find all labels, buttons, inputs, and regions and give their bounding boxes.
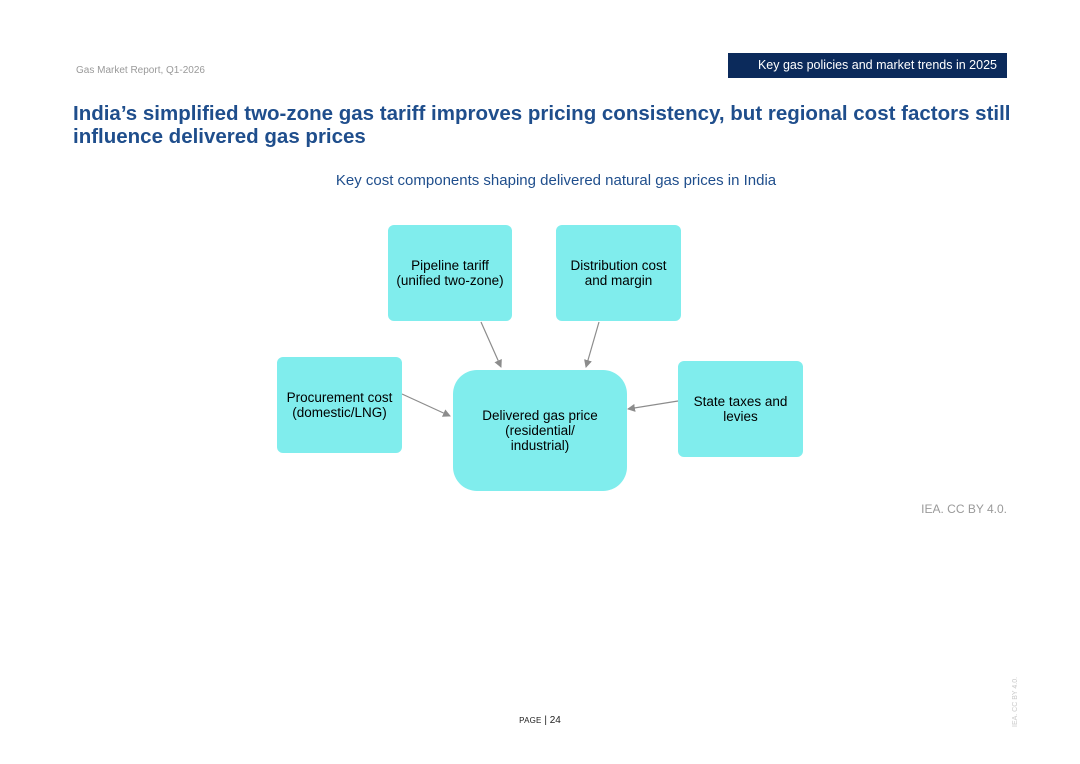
page-number-value: 24 (549, 715, 561, 726)
node-state-taxes: State taxes and levies (678, 361, 803, 457)
page-separator: | (544, 715, 547, 726)
arrow-taxes-to-delivered (627, 400, 679, 412)
arrow-distribution-to-delivered (584, 321, 600, 368)
node-procurement-cost-label: Procurement cost (domestic/LNG) (286, 390, 393, 420)
node-pipeline-tariff-label: Pipeline tariff (unified two-zone) (396, 258, 504, 288)
node-delivered-gas-price: Delivered gas price (residential/ indust… (453, 370, 627, 491)
page-number: Page | 24 (0, 715, 1080, 726)
node-distribution-cost: Distribution cost and margin (556, 225, 681, 321)
node-distribution-cost-label: Distribution cost and margin (570, 258, 667, 288)
node-pipeline-tariff: Pipeline tariff (unified two-zone) (388, 225, 512, 321)
page-word: Page (519, 716, 542, 725)
arrow-procurement-to-delivered (401, 393, 451, 417)
figure-credit: IEA. CC BY 4.0. (921, 502, 1007, 516)
arrow-pipeline-to-delivered (480, 321, 502, 368)
node-procurement-cost: Procurement cost (domestic/LNG) (277, 357, 402, 453)
side-credit: IEA. CC BY 4.0. (1012, 676, 1019, 727)
node-delivered-gas-price-label: Delivered gas price (residential/ indust… (482, 408, 598, 453)
node-state-taxes-label: State taxes and levies (693, 394, 788, 424)
